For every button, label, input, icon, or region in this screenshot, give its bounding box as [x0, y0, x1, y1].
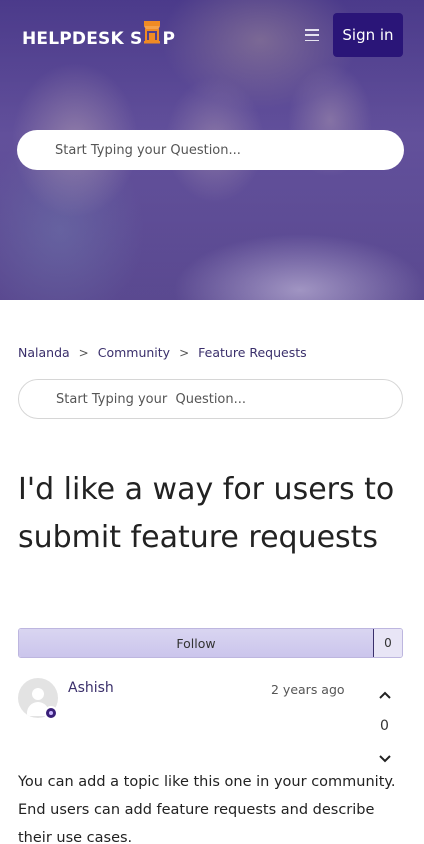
shop-o-icon — [143, 21, 161, 49]
search-input[interactable] — [18, 379, 403, 419]
helpdesk-shop-logo[interactable]: HELPDESK S P — [22, 21, 176, 49]
breadcrumb-item-community[interactable]: Community — [98, 345, 170, 360]
breadcrumb: Nalanda > Community > Feature Requests — [18, 345, 307, 360]
breadcrumb-separator: > — [78, 345, 89, 360]
hamburger-icon[interactable] — [305, 29, 319, 41]
follow-button[interactable]: Follow — [19, 629, 374, 657]
breadcrumb-item-feature-requests[interactable]: Feature Requests — [198, 345, 307, 360]
avatar-head — [32, 688, 44, 700]
logo-text-end: P — [162, 29, 176, 49]
user-badge-icon — [44, 706, 58, 720]
follow-bar: Follow 0 — [18, 628, 403, 658]
post-body: You can add a topic like this one in you… — [18, 774, 396, 844]
post-timestamp: 2 years ago — [271, 682, 345, 697]
follow-count: 0 — [374, 629, 402, 657]
vote-count: 0 — [380, 718, 389, 734]
breadcrumb-item-nalanda[interactable]: Nalanda — [18, 345, 70, 360]
sign-in-button[interactable]: Sign in — [333, 13, 403, 57]
hero-search-input[interactable] — [17, 130, 404, 170]
page-title: I'd like a way for users to submit featu… — [18, 472, 395, 555]
logo-text-start: HELPDESK S — [22, 29, 143, 49]
author-name[interactable]: Ashish — [68, 680, 114, 696]
hero-banner: HELPDESK S P Sign in — [0, 0, 424, 300]
breadcrumb-separator: > — [179, 345, 190, 360]
upvote-chevron-up-icon[interactable] — [376, 686, 394, 704]
downvote-chevron-down-icon[interactable] — [376, 750, 394, 768]
